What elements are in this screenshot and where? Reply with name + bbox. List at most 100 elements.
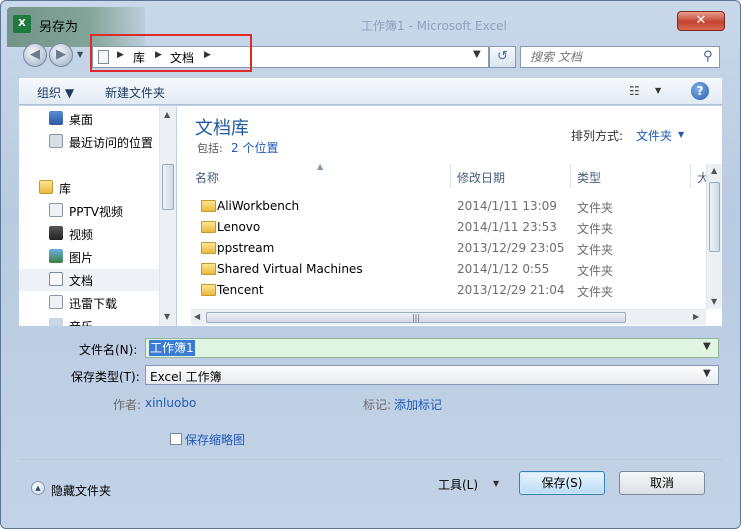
scrollbar-thumb[interactable]: ||| <box>206 312 626 323</box>
includes-label: 包括: <box>197 142 223 155</box>
table-row[interactable]: AliWorkbench 2014/1/11 13:09 文件夹 <box>191 196 707 217</box>
hide-folders-button[interactable]: 隐藏文件夹 <box>51 482 111 499</box>
recent-locations-dropdown[interactable]: ▼ <box>77 50 83 59</box>
file-modified-date: 2014/1/11 13:09 <box>457 199 557 213</box>
arrange-by-dropdown-icon[interactable]: ▼ <box>678 130 684 139</box>
nav-item-music[interactable]: 音乐 <box>19 315 159 326</box>
scrollbar-thumb[interactable] <box>709 182 720 252</box>
filename-selected-text[interactable]: 工作簿1 <box>149 340 195 356</box>
file-list-pane: 文档库 包括: 2 个位置 排列方式: 文件夹 ▼ ▲ 名称 修改日期 类型 大… <box>177 106 722 326</box>
save-thumbnail-checkbox[interactable] <box>170 433 182 445</box>
save-thumbnail-label[interactable]: 保存缩略图 <box>185 431 245 448</box>
nav-item-label: 最近访问的位置 <box>69 136 154 150</box>
nav-item-pptv[interactable]: PPTV视频 <box>19 200 159 222</box>
library-title: 文档库 <box>195 118 249 139</box>
arrange-by-dropdown[interactable]: 文件夹 <box>636 127 672 144</box>
refresh-icon: ↺ <box>497 49 508 64</box>
view-options-icon[interactable]: ☷ <box>629 84 640 98</box>
nav-item-label: 音乐 <box>69 318 93 326</box>
filename-dropdown-icon[interactable]: ▼ <box>703 341 711 352</box>
nav-item-recent-places[interactable]: 最近访问的位置 <box>19 131 159 153</box>
forward-button[interactable]: ▶ <box>49 43 73 67</box>
nav-item-label: PPTV视频 <box>69 205 124 219</box>
folder-icon <box>201 284 216 296</box>
window-title: 另存为 <box>39 20 79 35</box>
filetype-dropdown-icon[interactable]: ▼ <box>703 368 711 379</box>
table-row[interactable]: Lenovo 2014/1/11 23:53 文件夹 <box>191 217 707 238</box>
back-button[interactable]: ◀ <box>23 43 47 67</box>
author-label: 作者: <box>113 398 142 412</box>
file-name: Tencent <box>217 283 264 297</box>
view-dropdown-icon[interactable]: ▼ <box>655 86 661 95</box>
organize-menu[interactable]: 组织 ▼ <box>37 84 74 101</box>
desktop-icon <box>49 111 63 125</box>
nav-item-desktop[interactable]: 桌面 <box>19 108 159 130</box>
filename-label: 文件名(N): <box>79 343 138 357</box>
scrollbar-thumb[interactable] <box>162 164 174 210</box>
scroll-up-icon[interactable]: ▲ <box>711 166 717 175</box>
close-button[interactable]: ✕ <box>677 11 725 31</box>
scroll-left-icon[interactable]: ◀ <box>194 312 200 321</box>
nav-item-label: 图片 <box>69 251 94 265</box>
save-as-dialog: X 另存为 工作簿1 - Microsoft Excel ✕ ◀ ▶ ▼ ▶ 库… <box>0 0 741 529</box>
library-folder-icon <box>39 180 53 194</box>
file-name: Lenovo <box>217 220 261 234</box>
includes-locations-link[interactable]: 2 个位置 <box>231 139 278 156</box>
filetype-select[interactable]: Excel 工作簿 ▼ <box>145 365 719 385</box>
scroll-down-icon[interactable]: ▼ <box>711 297 717 306</box>
column-header-label: 类型 <box>577 171 602 185</box>
filename-input[interactable]: 工作簿1 ▼ <box>145 338 719 358</box>
column-header-modified[interactable]: 修改日期 <box>457 164 571 188</box>
scroll-right-icon[interactable]: ▶ <box>693 312 699 321</box>
nav-item-libraries[interactable]: 库 <box>19 177 159 199</box>
search-icon[interactable]: ⚲ <box>703 49 713 64</box>
column-header-size[interactable]: 大 <box>697 164 706 188</box>
forward-arrow-icon: ▶ <box>56 47 66 62</box>
column-header-type[interactable]: 类型 <box>577 164 691 188</box>
documents-library-icon <box>49 272 63 286</box>
nav-item-thunder-downloads[interactable]: 迅雷下载 <box>19 292 159 314</box>
navigation-scrollbar[interactable]: ▲ ▼ <box>159 106 176 326</box>
nav-item-documents[interactable]: 文档 <box>19 269 159 291</box>
search-input[interactable] <box>521 47 697 67</box>
file-name: ppstream <box>217 241 275 255</box>
hide-folders-toggle-icon[interactable]: ▲ <box>31 481 45 495</box>
tools-dropdown-icon[interactable]: ▼ <box>493 479 499 488</box>
excel-icon: X <box>13 15 31 33</box>
tools-menu-button[interactable]: 工具(L) <box>438 476 478 493</box>
scroll-down-icon[interactable]: ▼ <box>164 312 170 321</box>
file-list-vertical-scrollbar[interactable]: ▲ ▼ <box>706 164 722 309</box>
search-box[interactable]: ⚲ <box>520 46 720 68</box>
file-type: 文件夹 <box>577 264 614 278</box>
pptv-library-icon <box>49 203 63 217</box>
help-icon[interactable]: ? <box>691 82 709 100</box>
annotation-highlight-box <box>90 34 252 72</box>
new-folder-button[interactable]: 新建文件夹 <box>105 84 165 101</box>
column-header-name[interactable]: 名称 <box>195 164 451 188</box>
folder-icon <box>201 263 216 275</box>
table-row[interactable]: Shared Virtual Machines 2014/1/12 0:55 文… <box>191 259 707 280</box>
address-dropdown-icon[interactable]: ▼ <box>473 49 481 60</box>
file-name: AliWorkbench <box>217 199 300 213</box>
background-window-title: 工作簿1 - Microsoft Excel <box>361 19 507 33</box>
arrange-by-label: 排列方式: <box>571 129 624 143</box>
file-type: 文件夹 <box>577 201 614 215</box>
save-button[interactable]: 保存(S) <box>519 471 605 495</box>
title-bar[interactable]: X 另存为 工作簿1 - Microsoft Excel ✕ <box>1 1 740 47</box>
file-list-horizontal-scrollbar[interactable]: ◀ ||| ▶ <box>191 309 706 325</box>
back-arrow-icon: ◀ <box>30 47 40 62</box>
table-row[interactable]: ppstream 2013/12/29 23:05 文件夹 <box>191 238 707 259</box>
filetype-label: 保存类型(T): <box>71 370 140 384</box>
scroll-up-icon[interactable]: ▲ <box>164 110 170 119</box>
refresh-button[interactable]: ↺ <box>489 46 516 68</box>
nav-item-videos[interactable]: 视频 <box>19 223 159 245</box>
folder-icon <box>201 200 216 212</box>
nav-item-pictures[interactable]: 图片 <box>19 246 159 268</box>
table-row[interactable]: Tencent 2013/12/29 21:04 文件夹 <box>191 280 707 301</box>
add-tags-link[interactable]: 添加标记 <box>394 396 442 413</box>
file-name: Shared Virtual Machines <box>217 262 363 276</box>
author-value[interactable]: xinluobo <box>145 396 196 410</box>
pictures-library-icon <box>49 249 63 263</box>
recent-places-icon <box>49 134 63 148</box>
cancel-button[interactable]: 取消 <box>619 471 705 495</box>
